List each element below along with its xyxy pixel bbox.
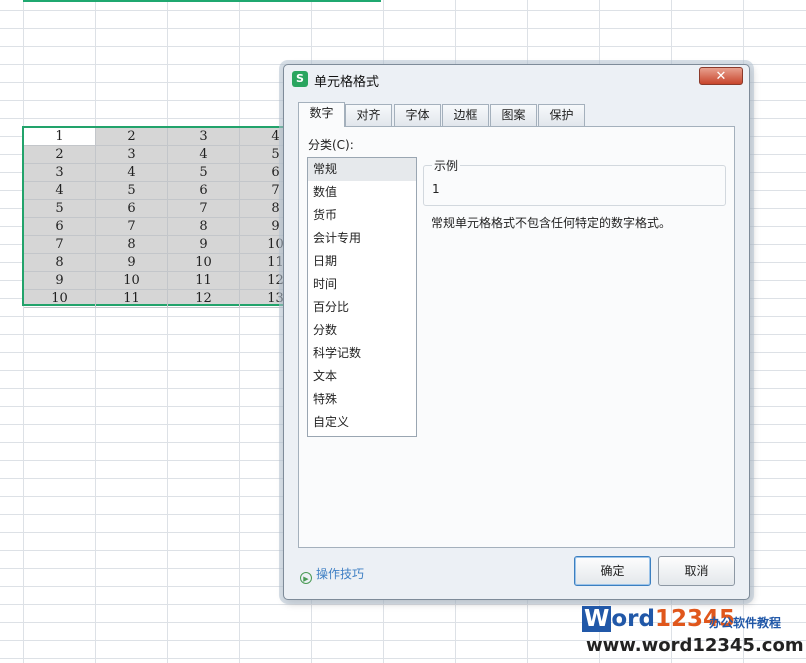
cell[interactable]: 8 xyxy=(24,254,96,272)
category-item-percentage[interactable]: 百分比 xyxy=(308,296,416,319)
column-header-accent xyxy=(23,0,381,2)
dialog-titlebar[interactable]: S 单元格格式 ✕ xyxy=(284,65,749,91)
category-label: 分类(C): xyxy=(308,138,354,152)
sample-group: 示例 1 xyxy=(423,157,726,206)
ok-button[interactable]: 确定 xyxy=(574,556,651,586)
format-cells-dialog: S 单元格格式 ✕ 数字 对齐 字体 边框 图案 保护 分类(C): 常规 数值… xyxy=(283,64,750,600)
category-item-scientific[interactable]: 科学记数 xyxy=(308,342,416,365)
format-description: 常规单元格格式不包含任何特定的数字格式。 xyxy=(431,216,672,230)
cell[interactable]: 10 xyxy=(168,254,240,272)
dialog-title: 单元格格式 xyxy=(314,75,380,90)
cell[interactable]: 8 xyxy=(96,236,168,254)
category-item-time[interactable]: 时间 xyxy=(308,273,416,296)
close-button[interactable]: ✕ xyxy=(699,67,743,85)
number-tab-panel: 分类(C): 常规 数值 货币 会计专用 日期 时间 百分比 分数 科学记数 文… xyxy=(298,126,735,548)
play-circle-icon: ▶ xyxy=(300,572,312,584)
category-item-general[interactable]: 常规 xyxy=(308,158,416,181)
cell[interactable]: 11 xyxy=(96,290,168,308)
category-item-accounting[interactable]: 会计专用 xyxy=(308,227,416,250)
logo-w: W xyxy=(582,606,612,632)
cell[interactable]: 6 xyxy=(168,182,240,200)
cell[interactable]: 7 xyxy=(168,200,240,218)
cell[interactable]: 2 xyxy=(96,128,168,146)
wps-spreadsheet-icon: S xyxy=(292,71,308,87)
sample-value: 1 xyxy=(432,182,440,196)
cell[interactable]: 8 xyxy=(168,218,240,236)
cell[interactable]: 4 xyxy=(168,146,240,164)
tab-protection[interactable]: 保护 xyxy=(538,104,585,126)
category-item-fraction[interactable]: 分数 xyxy=(308,319,416,342)
category-item-special[interactable]: 特殊 xyxy=(308,388,416,411)
selected-range[interactable]: 1 2 3 4 2 3 4 5 3 4 5 6 4 5 6 7 5 6 7 8 6 7 8 9 7 8 9 10 8 9 10 11 9 10 11… xyxy=(22,126,322,308)
cell[interactable]: 10 xyxy=(24,290,96,308)
cell[interactable]: 12 xyxy=(168,290,240,308)
category-item-date[interactable]: 日期 xyxy=(308,250,416,273)
cell[interactable]: 6 xyxy=(96,200,168,218)
logo-ord: ord xyxy=(611,606,655,632)
category-item-number[interactable]: 数值 xyxy=(308,181,416,204)
cancel-button[interactable]: 取消 xyxy=(658,556,735,586)
cell[interactable]: 9 xyxy=(24,272,96,290)
cell[interactable]: 5 xyxy=(24,200,96,218)
cell[interactable]: 5 xyxy=(168,164,240,182)
cell[interactable]: 4 xyxy=(96,164,168,182)
watermark-url: www.word12345.com xyxy=(586,635,804,656)
cell[interactable]: 10 xyxy=(96,272,168,290)
tab-number[interactable]: 数字 xyxy=(298,102,345,127)
cell[interactable]: 11 xyxy=(168,272,240,290)
cell[interactable]: 6 xyxy=(24,218,96,236)
cell[interactable]: 3 xyxy=(96,146,168,164)
category-list[interactable]: 常规 数值 货币 会计专用 日期 时间 百分比 分数 科学记数 文本 特殊 自定… xyxy=(307,157,417,437)
cell[interactable]: 4 xyxy=(24,182,96,200)
category-item-custom[interactable]: 自定义 xyxy=(308,411,416,434)
watermark: Word12345 办公软件教程 www.word12345.com xyxy=(578,604,804,660)
cell[interactable]: 7 xyxy=(24,236,96,254)
cell[interactable]: 1 xyxy=(24,128,96,146)
cell[interactable]: 7 xyxy=(96,218,168,236)
tips-label: 操作技巧 xyxy=(316,567,365,581)
operation-tips-link[interactable]: ▶ 操作技巧 xyxy=(300,565,364,584)
cell[interactable]: 3 xyxy=(168,128,240,146)
logo-side-text: 办公软件教程 xyxy=(709,616,782,630)
tab-font[interactable]: 字体 xyxy=(394,104,441,126)
cell[interactable]: 3 xyxy=(24,164,96,182)
category-item-currency[interactable]: 货币 xyxy=(308,204,416,227)
sample-title: 示例 xyxy=(432,157,461,174)
tab-border[interactable]: 边框 xyxy=(442,104,489,126)
cell[interactable]: 5 xyxy=(96,182,168,200)
cell[interactable]: 2 xyxy=(24,146,96,164)
cell[interactable]: 9 xyxy=(168,236,240,254)
cell[interactable]: 9 xyxy=(96,254,168,272)
tab-pattern[interactable]: 图案 xyxy=(490,104,537,126)
watermark-logo: Word12345 办公软件教程 xyxy=(578,606,804,634)
tab-alignment[interactable]: 对齐 xyxy=(345,104,392,126)
category-item-text[interactable]: 文本 xyxy=(308,365,416,388)
